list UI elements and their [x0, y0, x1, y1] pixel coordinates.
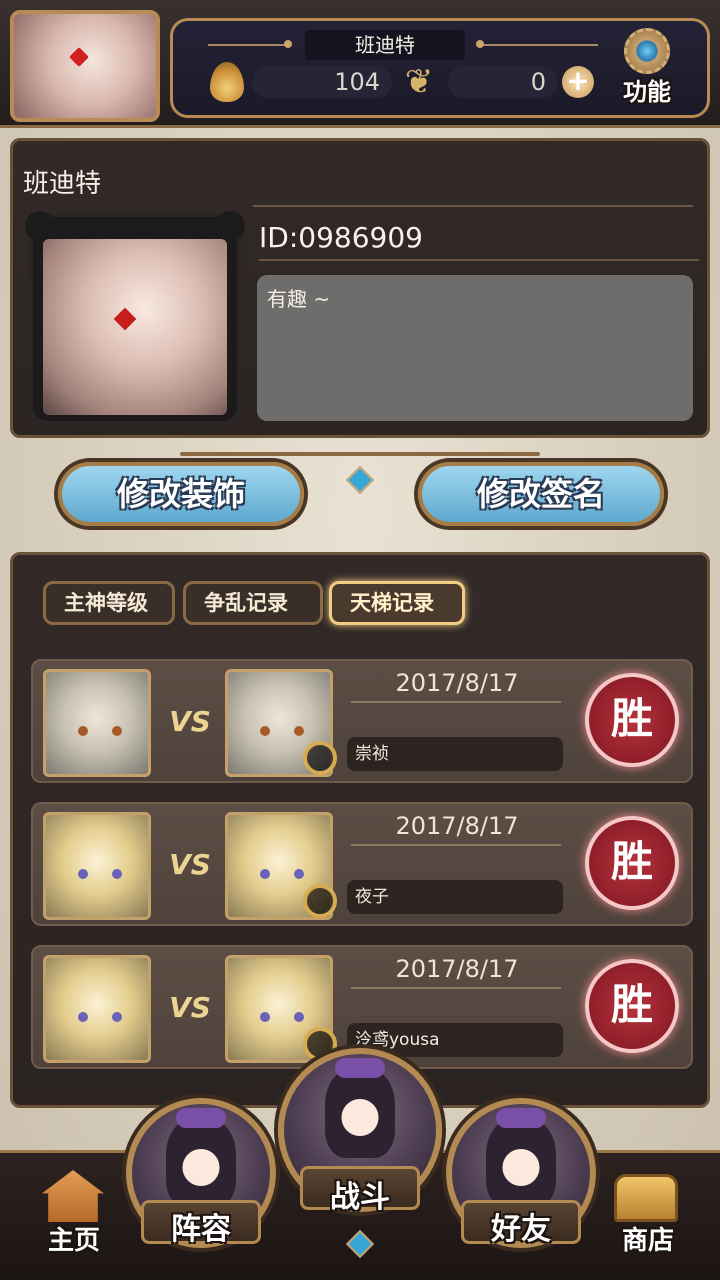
forehead-gem: [69, 47, 89, 67]
bow-icon: [335, 1058, 385, 1078]
nav-shop-label: 商店: [621, 1226, 674, 1256]
battle-chibi-icon: [325, 1058, 395, 1158]
nav-battle-button[interactable]: 战斗: [278, 1048, 442, 1215]
signature-text: 有趣 ~: [257, 275, 693, 421]
nav-battle-label: 战斗: [330, 1180, 390, 1215]
house-icon: [42, 1170, 104, 1222]
match-date: 2017/8/17: [395, 669, 519, 697]
win-badge: 胜: [585, 816, 679, 910]
hero-eyes: [260, 726, 304, 736]
match-date: 2017/8/17: [395, 955, 519, 983]
player-hero-avatar: [43, 669, 151, 777]
hero-eyes: [78, 726, 122, 736]
nav-shop-button[interactable]: 商店: [602, 1166, 694, 1262]
add-currency-button[interactable]: +: [562, 66, 594, 98]
team-chibi-icon: [166, 1108, 236, 1208]
hero-eyes: [260, 1012, 304, 1022]
header-divider-right: [480, 44, 598, 46]
date-divider: [351, 844, 561, 846]
tab-conflict-record[interactable]: 争乱记录: [183, 581, 323, 625]
header-dot-right: [476, 40, 484, 48]
id-divider: [259, 259, 699, 261]
bow-icon: [176, 1108, 226, 1128]
portrait-ear-right: [215, 211, 245, 241]
nav-team-button[interactable]: 阵容: [126, 1098, 276, 1248]
ornament-gem: [345, 465, 375, 495]
portrait-ear-left: [25, 211, 55, 241]
bow-icon: [496, 1108, 546, 1128]
magnifier-icon[interactable]: [303, 741, 337, 775]
profile-divider: [253, 205, 693, 207]
top-bar: 班迪特 104 ❦ 0 + 功能: [0, 0, 720, 128]
gear-icon: [624, 28, 670, 74]
vs-label: VS: [169, 848, 211, 881]
ornament-bar: [180, 452, 540, 456]
currency-a-value: 104: [252, 66, 392, 98]
header-dot-left: [284, 40, 292, 48]
vs-label: VS: [169, 991, 211, 1024]
opponent-name: 夜子: [347, 880, 563, 914]
function-button[interactable]: 功能: [612, 28, 682, 106]
hero-eyes: [260, 869, 304, 879]
header-player-name: 班迪特: [305, 30, 465, 60]
player-hero-avatar: [43, 955, 151, 1063]
nav-team-label: 阵容: [171, 1212, 231, 1247]
date-divider: [351, 987, 561, 989]
profile-panel: 班迪特 ID:0986909 有趣 ~: [10, 138, 710, 438]
win-badge: 胜: [585, 959, 679, 1053]
player-hero-avatar: [43, 812, 151, 920]
records-panel: 主神等级 争乱记录 天梯记录 VS 2017/8/17 崇祯 胜 VS 2017…: [10, 552, 710, 1108]
profile-name: 班迪特: [23, 169, 102, 199]
hero-eyes: [78, 1012, 122, 1022]
butterfly-icon: ❦: [404, 62, 434, 102]
edit-signature-button[interactable]: 修改签名: [418, 462, 664, 526]
hero-eyes: [78, 869, 122, 879]
profile-id: ID:0986909: [259, 221, 423, 254]
match-row[interactable]: VS 2017/8/17 崇祯 胜: [31, 659, 693, 783]
vs-label: VS: [169, 705, 211, 738]
opponent-name: 崇祯: [347, 737, 563, 771]
treasure-chest-icon: [614, 1174, 678, 1222]
friends-chibi-icon: [486, 1108, 556, 1208]
function-label: 功能: [623, 78, 671, 106]
match-row[interactable]: VS 2017/8/17 夜子 胜: [31, 802, 693, 926]
match-date: 2017/8/17: [395, 812, 519, 840]
tab-god-level[interactable]: 主神等级: [43, 581, 175, 625]
magnifier-icon[interactable]: [303, 884, 337, 918]
portrait-gem: [113, 307, 137, 331]
portrait-frame[interactable]: [25, 211, 245, 425]
profile-portrait: [43, 239, 227, 415]
nav-friends-button[interactable]: 好友: [446, 1098, 596, 1248]
win-badge: 胜: [585, 673, 679, 767]
date-divider: [351, 701, 561, 703]
currency-b-value: 0: [448, 66, 558, 98]
player-avatar[interactable]: [10, 10, 160, 122]
nav-home-label: 主页: [47, 1226, 100, 1256]
tab-ladder-record[interactable]: 天梯记录: [329, 581, 465, 625]
nav-friends-label: 好友: [491, 1212, 551, 1247]
nav-home-button[interactable]: 主页: [28, 1166, 120, 1262]
header-divider-left: [208, 44, 288, 46]
edit-decoration-button[interactable]: 修改装饰: [58, 462, 304, 526]
